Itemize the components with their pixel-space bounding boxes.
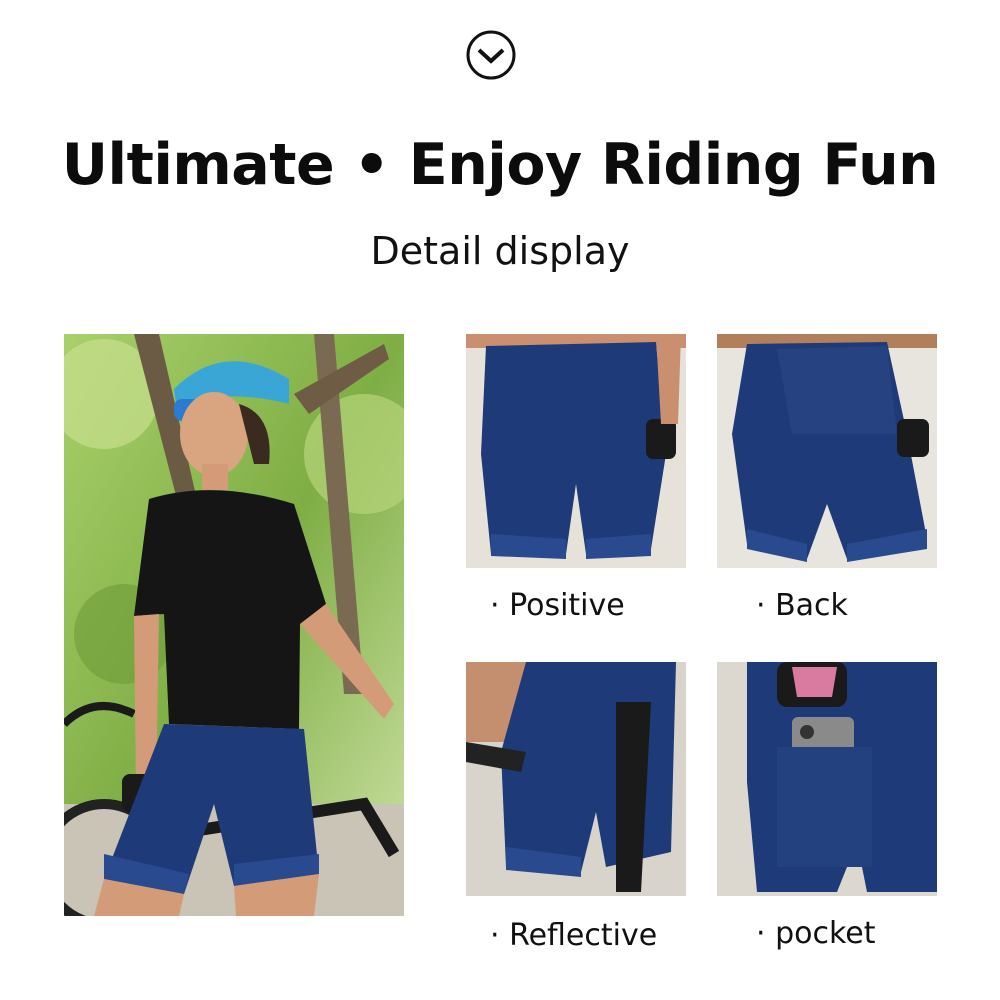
page-title: Ultimate • Enjoy Riding Fun bbox=[61, 132, 939, 198]
caption-reflective: · Reflective bbox=[490, 918, 658, 953]
detail-photo-back bbox=[717, 334, 937, 568]
detail-photo-reflective bbox=[466, 662, 686, 896]
detail-photo-positive bbox=[466, 334, 686, 568]
page-subtitle: Detail display bbox=[370, 229, 630, 273]
main-product-photo bbox=[64, 334, 404, 916]
caption-pocket: · pocket bbox=[756, 916, 876, 951]
caption-back: · Back bbox=[756, 588, 848, 623]
caption-positive: · Positive bbox=[490, 588, 625, 623]
detail-photo-pocket bbox=[717, 662, 937, 896]
chevron-down-circle-icon bbox=[466, 30, 516, 80]
